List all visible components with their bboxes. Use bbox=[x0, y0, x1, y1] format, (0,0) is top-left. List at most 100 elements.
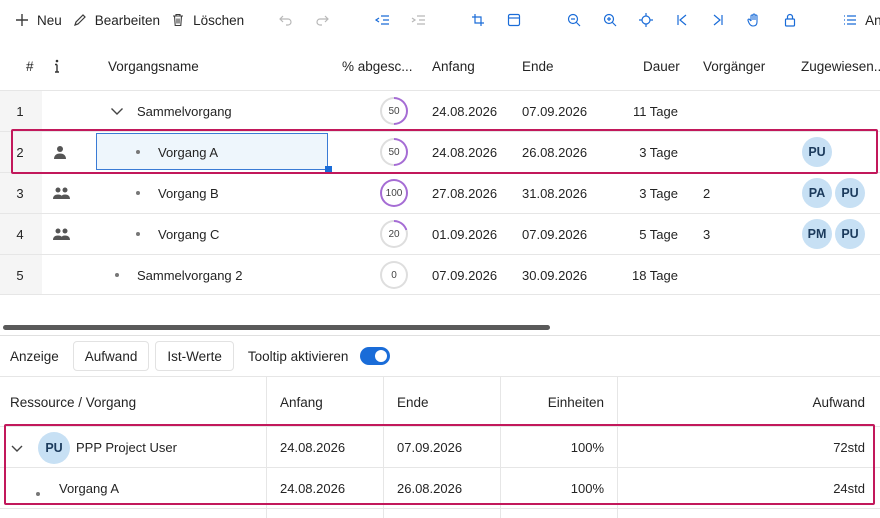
task-name[interactable]: Vorgang A bbox=[158, 132, 218, 172]
grid-bottom-border bbox=[0, 294, 880, 295]
units-value[interactable]: 100% bbox=[510, 440, 604, 455]
undo-button[interactable] bbox=[277, 6, 295, 34]
work-value[interactable]: 24std bbox=[700, 481, 865, 496]
duration[interactable]: 3 Tage bbox=[600, 173, 678, 213]
duration[interactable]: 3 Tage bbox=[600, 132, 678, 172]
task-name[interactable]: Vorgang A bbox=[59, 481, 119, 496]
pan-button[interactable] bbox=[745, 6, 763, 34]
assignees[interactable]: PU bbox=[802, 132, 835, 172]
duration[interactable]: 5 Tage bbox=[600, 214, 678, 254]
units-value[interactable]: 100% bbox=[510, 481, 604, 496]
tooltip-toggle[interactable] bbox=[360, 347, 391, 365]
trash-icon bbox=[169, 11, 187, 29]
col-start-header[interactable]: Anfang bbox=[432, 42, 475, 90]
view-button[interactable]: Anzeige bbox=[841, 6, 880, 34]
resource-task-row[interactable]: Vorgang A 24.08.2026 26.08.2026 100% 24s… bbox=[0, 467, 880, 508]
avatar[interactable]: PU bbox=[802, 137, 832, 167]
table-row[interactable]: 5 Sammelvorgang 2 0 07.09.2026 30.09.202… bbox=[0, 254, 880, 295]
start-date[interactable]: 24.08.2026 bbox=[432, 132, 497, 172]
duration[interactable]: 18 Tage bbox=[600, 255, 678, 295]
row-number: 4 bbox=[0, 214, 42, 254]
tooltip-label: Tooltip aktivieren bbox=[247, 348, 349, 364]
start-date[interactable]: 07.09.2026 bbox=[432, 255, 497, 295]
task-name[interactable]: Vorgang C bbox=[158, 214, 219, 254]
table-row[interactable]: 4 Vorgang C 20 01.09.2026 07.09.2026 5 T… bbox=[0, 213, 880, 254]
col-end-header[interactable]: Ende bbox=[397, 395, 429, 410]
horizontal-scrollbar[interactable] bbox=[3, 325, 550, 330]
start-date[interactable]: 27.08.2026 bbox=[432, 173, 497, 213]
link-tasks-button[interactable] bbox=[469, 6, 487, 34]
duration[interactable]: 11 Tage bbox=[600, 91, 678, 131]
col-num-header[interactable]: # bbox=[26, 42, 34, 90]
resource-header: Ressource / Vorgang Anfang Ende Einheite… bbox=[0, 381, 880, 423]
assignees[interactable]: PA PU bbox=[802, 173, 868, 213]
col-units-header[interactable]: Einheiten bbox=[510, 395, 604, 410]
table-row[interactable]: 1 Sammelvorgang 50 24.08.2026 07.09.2026… bbox=[0, 90, 880, 131]
zoom-out-button[interactable] bbox=[565, 6, 583, 34]
avatar[interactable]: PU bbox=[835, 178, 865, 208]
progress-value: 100 bbox=[385, 187, 403, 199]
collapse-chevron-icon[interactable] bbox=[11, 441, 23, 456]
col-name-header[interactable]: Vorgangsname bbox=[108, 42, 199, 90]
progress-value: 50 bbox=[388, 105, 400, 117]
bullet-icon bbox=[36, 484, 40, 499]
avatar[interactable]: PM bbox=[802, 219, 832, 249]
info-icon[interactable] bbox=[52, 42, 62, 90]
table-row[interactable]: 3 Vorgang B 100 27.08.2026 31.08.2026 3 … bbox=[0, 172, 880, 213]
fit-button[interactable] bbox=[637, 6, 655, 34]
col-pct-header[interactable]: % abgesc... bbox=[342, 42, 413, 90]
col-duration-header[interactable]: Dauer bbox=[643, 42, 680, 90]
end-date[interactable]: 07.09.2026 bbox=[522, 214, 587, 254]
predecessor[interactable]: 2 bbox=[703, 173, 710, 213]
start-date: 24.08.2026 bbox=[280, 480, 346, 496]
start-date[interactable]: 01.09.2026 bbox=[432, 214, 497, 254]
resource-row[interactable]: PU PPP Project User 24.08.2026 07.09.202… bbox=[0, 426, 880, 467]
work-value[interactable]: 72std bbox=[700, 440, 865, 455]
edit-button[interactable]: Bearbeiten bbox=[71, 6, 160, 34]
end-date[interactable]: 30.09.2026 bbox=[522, 255, 587, 295]
zoom-out-icon bbox=[565, 11, 583, 29]
start-date: 24.08.2026 bbox=[280, 439, 346, 455]
resource-name[interactable]: PPP Project User bbox=[76, 440, 177, 455]
scroll-end-button[interactable] bbox=[709, 6, 727, 34]
col-pred-header[interactable]: Vorgänger bbox=[703, 42, 765, 90]
people-icon bbox=[53, 214, 71, 254]
lock-button[interactable] bbox=[781, 6, 799, 34]
redo-icon bbox=[313, 11, 331, 29]
outdent-button[interactable] bbox=[373, 6, 391, 34]
pane-divider[interactable] bbox=[0, 335, 880, 336]
redo-button[interactable] bbox=[313, 6, 331, 34]
avatar: PU bbox=[38, 432, 70, 464]
zoom-in-button[interactable] bbox=[601, 6, 619, 34]
col-start-header[interactable]: Anfang bbox=[280, 395, 323, 410]
plus-icon bbox=[13, 11, 31, 29]
task-name[interactable]: Sammelvorgang 2 bbox=[137, 255, 243, 295]
indent-button[interactable] bbox=[409, 6, 427, 34]
new-button[interactable]: Neu bbox=[13, 6, 62, 34]
bullet-icon bbox=[136, 173, 140, 213]
task-name[interactable]: Sammelvorgang bbox=[137, 91, 232, 131]
table-row-selected[interactable]: 2 Vorgang A 50 24.08.2026 26.08.2026 3 T… bbox=[0, 131, 880, 173]
col-end-header[interactable]: Ende bbox=[522, 42, 554, 90]
assignees[interactable]: PM PU bbox=[802, 214, 868, 254]
end-date[interactable]: 31.08.2026 bbox=[522, 173, 587, 213]
start-date[interactable]: 24.08.2026 bbox=[432, 91, 497, 131]
skip-forward-icon bbox=[709, 11, 727, 29]
avatar[interactable]: PU bbox=[835, 219, 865, 249]
scroll-start-button[interactable] bbox=[673, 6, 691, 34]
end-date[interactable]: 26.08.2026 bbox=[522, 132, 587, 172]
undo-icon bbox=[277, 11, 295, 29]
predecessor[interactable]: 3 bbox=[703, 214, 710, 254]
delete-button[interactable]: Löschen bbox=[169, 6, 244, 34]
avatar[interactable]: PA bbox=[802, 178, 832, 208]
end-date: 26.08.2026 bbox=[397, 480, 463, 496]
task-name[interactable]: Vorgang B bbox=[158, 173, 219, 213]
col-work-header[interactable]: Aufwand bbox=[700, 395, 865, 410]
task-details-button[interactable] bbox=[505, 6, 523, 34]
col-resource-header[interactable]: Ressource / Vorgang bbox=[10, 395, 136, 410]
col-assigned-header[interactable]: Zugewiesen... bbox=[801, 42, 880, 90]
actuals-button[interactable]: Ist-Werte bbox=[155, 341, 234, 371]
collapse-chevron-icon[interactable] bbox=[110, 91, 124, 131]
end-date[interactable]: 07.09.2026 bbox=[522, 91, 587, 131]
effort-button[interactable]: Aufwand bbox=[72, 341, 150, 371]
